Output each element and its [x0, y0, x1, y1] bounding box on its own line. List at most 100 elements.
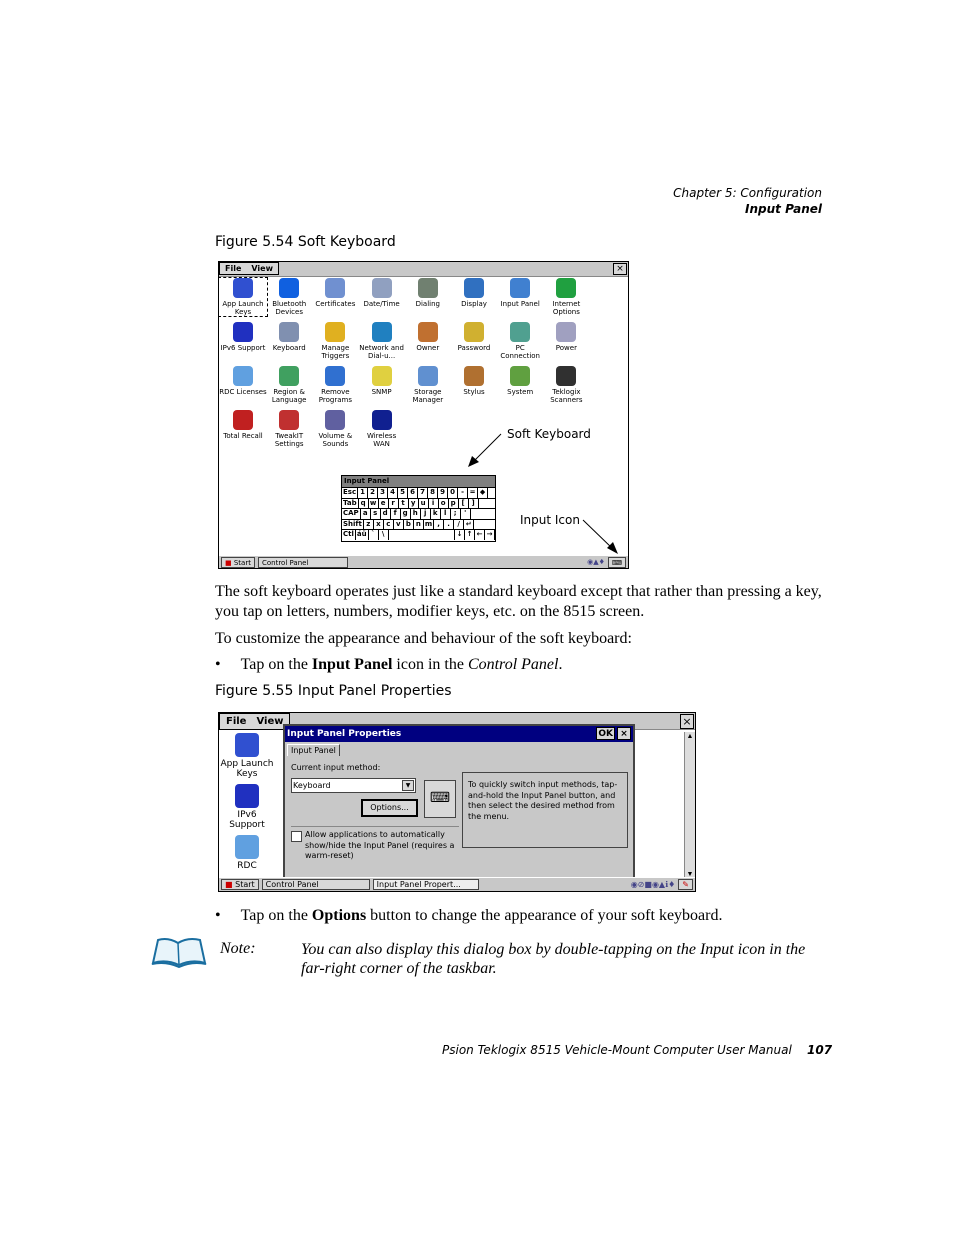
key[interactable]: 5	[398, 488, 409, 498]
taskbar-control-panel[interactable]: Control Panel	[257, 556, 348, 568]
dialog-title: Input Panel Properties	[287, 729, 402, 739]
key[interactable]: áü	[356, 530, 369, 540]
key[interactable]: -	[458, 488, 469, 498]
key[interactable]: 8	[428, 488, 439, 498]
key[interactable]: a	[361, 509, 371, 519]
control-panel-item[interactable]: RDC	[219, 835, 275, 871]
key[interactable]: CAP	[342, 509, 361, 519]
key[interactable]: ◆	[478, 488, 489, 498]
input-panel-title: Input Panel	[342, 476, 495, 487]
tray-icons: ◉⊘■◉▲ℹ♦	[630, 880, 676, 889]
auto-show-checkbox[interactable]	[291, 831, 302, 842]
tab-input-panel[interactable]: Input Panel	[287, 744, 340, 756]
key[interactable]: z	[364, 519, 374, 529]
key[interactable]: 9	[438, 488, 449, 498]
key[interactable]: 0	[448, 488, 459, 498]
key[interactable]: g	[401, 509, 411, 519]
key[interactable]: [	[459, 498, 469, 508]
key[interactable]: /	[454, 519, 465, 529]
start-button[interactable]: ■ Start	[221, 556, 255, 568]
keyboard-row: Esc 1 2 3 4 5 6 7 8 9 0- = ◆	[342, 487, 495, 498]
key[interactable]: Shift	[342, 519, 364, 529]
taskbar-input-panel-properties[interactable]: Input Panel Propert...	[372, 879, 479, 890]
key[interactable]: o	[439, 498, 449, 508]
close-button[interactable]: ×	[680, 714, 694, 729]
key[interactable]: f	[391, 509, 401, 519]
key[interactable]: →	[485, 530, 495, 540]
footer-title: Psion Teklogix 8515 Vehicle-Mount Comput…	[442, 1043, 792, 1057]
key[interactable]: r	[389, 498, 399, 508]
checkbox-label: Allow applications to automatically show…	[305, 830, 455, 860]
key[interactable]: ↵	[464, 519, 475, 529]
keyboard-row: CAP a s d f g h j k l; '	[342, 508, 495, 519]
chevron-down-icon[interactable]: ▼	[402, 780, 414, 791]
keyboard-row: Ctl áü ` \ ↓ ↑ ← →	[342, 529, 495, 540]
key[interactable]: .	[444, 519, 455, 529]
key[interactable]: 3	[378, 488, 389, 498]
taskbar: ■ Start Control Panel Input Panel Proper…	[219, 877, 695, 891]
control-panel-item[interactable]: App Launch Keys	[219, 733, 275, 779]
input-icon[interactable]: ⌨	[607, 556, 626, 568]
input-method-select[interactable]: Keyboard ▼	[291, 778, 416, 793]
control-panel-item[interactable]: IPv6 Support	[219, 784, 275, 830]
key[interactable]: m	[424, 519, 435, 529]
key[interactable]: w	[369, 498, 379, 508]
pen-icon[interactable]: ✎	[678, 879, 693, 890]
key[interactable]: h	[411, 509, 421, 519]
start-label: Start	[233, 558, 251, 567]
keyboard-icon[interactable]: ⌨	[424, 780, 456, 818]
item-label: IPv6 Support	[229, 810, 265, 830]
key[interactable]: i	[429, 498, 439, 508]
key[interactable]: l	[441, 509, 451, 519]
key[interactable]: b	[404, 519, 414, 529]
key[interactable]: s	[371, 509, 381, 519]
key[interactable]: x	[374, 519, 384, 529]
options-button[interactable]: Options...	[361, 799, 418, 817]
key[interactable]: 6	[408, 488, 419, 498]
item-icon	[235, 784, 259, 808]
key[interactable]: `	[369, 530, 379, 540]
key[interactable]: p	[449, 498, 459, 508]
key[interactable]: v	[394, 519, 404, 529]
key[interactable]: Ctl	[342, 530, 356, 540]
scroll-up-icon: ▲	[686, 732, 694, 740]
key[interactable]: e	[379, 498, 389, 508]
start-button[interactable]: ■ Start	[221, 879, 259, 890]
key[interactable]: u	[419, 498, 429, 508]
key[interactable]: d	[381, 509, 391, 519]
key[interactable]	[389, 530, 455, 540]
key[interactable]: \	[379, 530, 389, 540]
key[interactable]: '	[461, 509, 471, 519]
key[interactable]: ,	[434, 519, 445, 529]
key[interactable]: 7	[418, 488, 429, 498]
key[interactable]: ;	[451, 509, 461, 519]
key[interactable]: ↑	[465, 530, 475, 540]
key[interactable]: =	[468, 488, 479, 498]
key[interactable]: Tab	[342, 498, 359, 508]
menu-file[interactable]: File	[226, 716, 246, 727]
key[interactable]: 4	[388, 488, 399, 498]
key[interactable]: c	[384, 519, 394, 529]
selected-method: Keyboard	[293, 781, 331, 790]
soft-keyboard-screenshot: File View × App Launch Keys Bluetooth Dev…	[218, 261, 629, 569]
key[interactable]: ←	[475, 530, 485, 540]
key[interactable]: ↓	[455, 530, 465, 540]
key[interactable]: ]	[469, 498, 479, 508]
key[interactable]: Esc	[342, 488, 359, 498]
key[interactable]: t	[399, 498, 409, 508]
item-label: RDC	[237, 861, 257, 871]
keyboard-row: Tab q w e r t y u i o p[]	[342, 497, 495, 508]
scrollbar[interactable]: ▲ ▼	[684, 732, 695, 878]
dialog-close-button[interactable]: ×	[617, 727, 631, 740]
key[interactable]: q	[359, 498, 369, 508]
tray-icons: ◉▲♦	[587, 558, 605, 566]
menu-view[interactable]: View	[256, 716, 283, 727]
ok-button[interactable]: OK	[596, 727, 615, 740]
key[interactable]: 1	[358, 488, 369, 498]
key[interactable]: y	[409, 498, 419, 508]
taskbar-control-panel[interactable]: Control Panel	[261, 879, 370, 890]
key[interactable]: n	[414, 519, 424, 529]
key[interactable]: k	[431, 509, 441, 519]
key[interactable]: 2	[368, 488, 379, 498]
key[interactable]: j	[421, 509, 431, 519]
